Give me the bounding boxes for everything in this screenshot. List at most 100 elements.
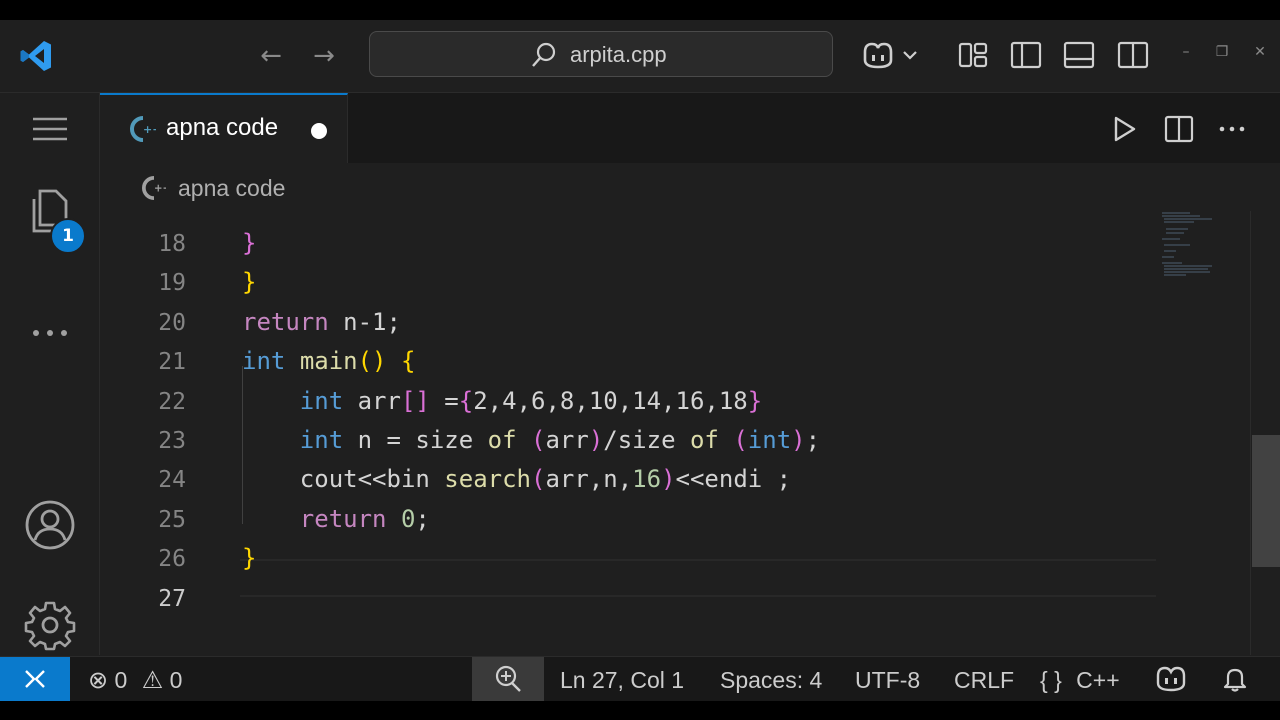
code-token: }: [242, 229, 257, 257]
notifications-bell-icon[interactable]: [1220, 664, 1250, 694]
zoom-button[interactable]: [472, 657, 544, 701]
code-line[interactable]: int n = size of (arr)/size of (int);: [242, 426, 820, 454]
tab-apna-code[interactable]: ++ apna code: [100, 93, 348, 163]
line-number: 23: [158, 428, 186, 454]
code-line[interactable]: int arr[] ={2,4,6,8,10,14,16,18}: [242, 387, 762, 415]
line-number: 25: [158, 506, 186, 533]
toggle-secondary-sidebar-icon[interactable]: [1116, 38, 1150, 72]
language-mode[interactable]: { } C++: [1040, 665, 1120, 695]
encoding[interactable]: UTF-8: [855, 665, 920, 695]
code-line[interactable]: int main() {: [242, 347, 415, 375]
code-token: 0: [400, 504, 416, 533]
close-icon[interactable]: ✕: [1250, 44, 1270, 60]
restore-icon[interactable]: ❐: [1212, 44, 1232, 60]
menu-icon[interactable]: [24, 103, 76, 155]
code-line[interactable]: }: [242, 229, 256, 257]
code-token: []: [400, 386, 430, 415]
more-actions-icon[interactable]: [1216, 113, 1248, 145]
scrollbar-thumb[interactable]: [1252, 435, 1280, 567]
copilot-icon[interactable]: [860, 38, 922, 72]
current-line-highlight: [240, 559, 1156, 597]
toggle-panel-icon[interactable]: [1062, 38, 1096, 72]
back-arrow-icon[interactable]: ←: [255, 40, 287, 72]
toggle-primary-sidebar-icon[interactable]: [1009, 38, 1043, 72]
breadcrumb[interactable]: ++ apna code: [100, 163, 1280, 211]
code-line[interactable]: return n-1;: [242, 308, 401, 336]
forward-arrow-icon[interactable]: →: [308, 40, 340, 72]
activity-bar: 1: [0, 93, 100, 655]
code-token: int: [299, 426, 344, 454]
settings-gear-icon[interactable]: [24, 599, 76, 651]
code-line[interactable]: return 0;: [242, 505, 430, 533]
customize-layout-icon[interactable]: [956, 38, 990, 72]
code-token: ;: [805, 426, 821, 454]
code-token: ): [588, 426, 604, 454]
code-token: of: [689, 426, 719, 454]
account-icon[interactable]: [24, 499, 76, 551]
editor-tab-bar: ++ apna code: [100, 93, 1280, 163]
line-number: 24: [158, 467, 186, 494]
code-line[interactable]: cout<<bin search(arr,n,16)<<endi ;: [242, 465, 791, 493]
code-token: }: [242, 268, 257, 297]
code-token: {: [400, 347, 416, 376]
code-token: arr: [343, 386, 401, 415]
remote-indicator[interactable]: [0, 657, 70, 701]
code-line[interactable]: }: [242, 268, 256, 296]
breadcrumb-label: apna code: [178, 175, 286, 201]
run-icon[interactable]: [1108, 113, 1140, 145]
code-token: ;: [415, 504, 430, 533]
warning-count: 0: [169, 667, 183, 693]
vertical-scrollbar[interactable]: [1250, 211, 1280, 655]
line-number: 21: [158, 349, 186, 376]
warning-icon: ⚠: [141, 667, 164, 694]
command-center-search[interactable]: arpita.cpp: [369, 31, 833, 77]
code-token: int: [242, 347, 286, 376]
cursor-position[interactable]: Ln 27, Col 1: [560, 665, 684, 695]
problems-indicator[interactable]: ⊗ 0 ⚠ 0: [88, 665, 182, 695]
code-line[interactable]: }: [242, 544, 256, 572]
braces-icon: { }: [1040, 667, 1062, 693]
code-token: int: [747, 426, 792, 454]
svg-text:++: ++: [154, 184, 166, 195]
code-token: }: [747, 386, 763, 415]
error-icon: ⊗: [88, 667, 109, 694]
svg-text:++: ++: [143, 123, 156, 136]
code-token: 2,4,6,8,10,14,16,18: [473, 386, 748, 415]
tab-label: apna code: [166, 114, 279, 141]
code-token: (: [531, 465, 546, 494]
language-label: C++: [1076, 667, 1120, 693]
remote-icon: [25, 670, 45, 688]
code-token: n-1;: [328, 307, 401, 336]
code-token: /size: [603, 426, 690, 454]
vscode-logo-icon: [20, 41, 51, 71]
minimap[interactable]: [1160, 211, 1220, 291]
end-of-line[interactable]: CRLF: [954, 665, 1014, 695]
line-number: 20: [158, 309, 186, 336]
code-token: =: [429, 386, 459, 415]
minimize-icon[interactable]: –: [1176, 44, 1196, 60]
code-token: of: [487, 426, 517, 454]
copilot-status-icon[interactable]: [1154, 663, 1188, 695]
search-icon: [532, 42, 556, 67]
more-views-icon[interactable]: [24, 307, 76, 359]
indentation[interactable]: Spaces: 4: [720, 665, 822, 695]
split-editor-icon[interactable]: [1163, 113, 1195, 145]
code-token: return: [242, 307, 329, 336]
title-bar: ← → arpita.cpp – ❐ ✕: [0, 20, 1280, 93]
code-token: {: [458, 386, 474, 415]
cpp-file-icon: ++: [142, 176, 166, 200]
code-editor[interactable]: 18} 19} 20 return n-1; 21 int main() {22 int …: [100, 211, 1280, 655]
code-token: 16: [632, 465, 662, 494]
cpp-file-icon: ++: [130, 116, 156, 142]
line-number: 26: [158, 546, 186, 573]
code-token: (: [733, 426, 748, 454]
search-text: arpita.cpp: [570, 42, 667, 67]
unsaved-dot-icon[interactable]: [311, 123, 327, 139]
